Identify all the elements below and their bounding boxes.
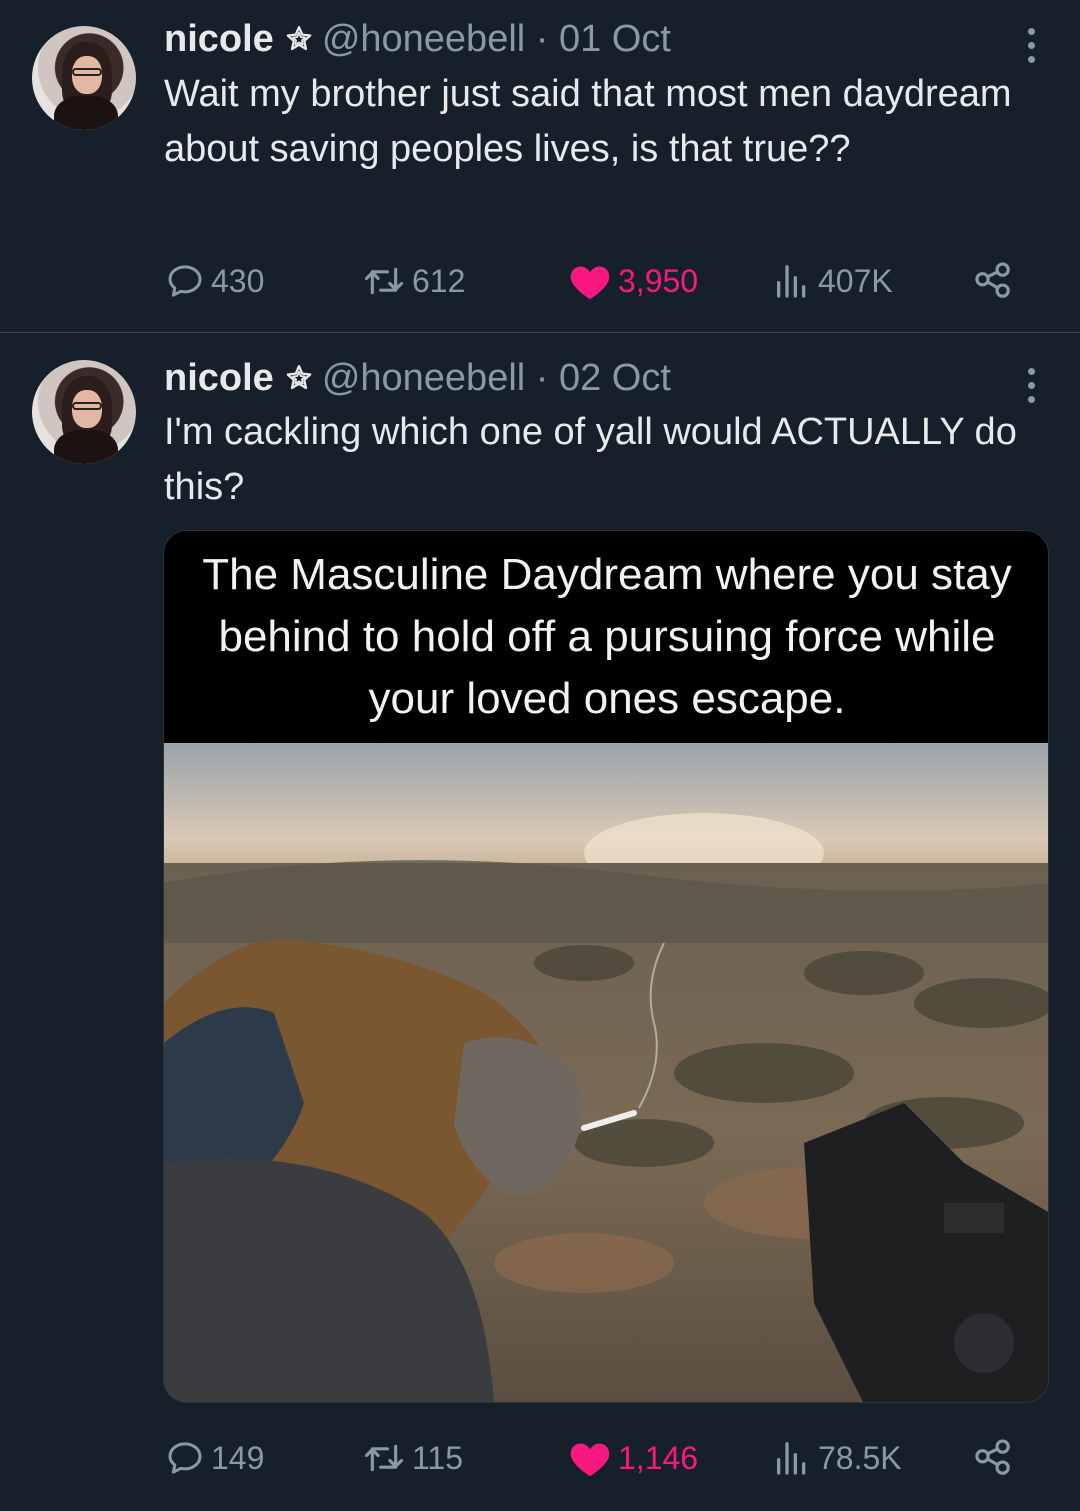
tweet-header: nicole @honeebell · 02 Oct: [164, 356, 671, 400]
avatar[interactable]: [32, 360, 136, 464]
display-name[interactable]: nicole: [164, 357, 274, 400]
reply-icon: [168, 265, 202, 297]
reply-button[interactable]: 149: [165, 1433, 264, 1483]
share-button[interactable]: [972, 1433, 1020, 1483]
like-button[interactable]: 1,146: [568, 1433, 698, 1483]
more-options-icon[interactable]: [1026, 368, 1036, 403]
display-name[interactable]: nicole: [164, 18, 274, 61]
like-button[interactable]: 3,950: [568, 256, 698, 306]
tweet-header: nicole @honeebell · 01 Oct: [164, 17, 671, 61]
retweet-icon: [364, 1444, 404, 1472]
heart-icon: [570, 1443, 610, 1477]
tweet-text: Wait my brother just said that most men …: [164, 73, 1012, 170]
tweet[interactable]: nicole @honeebell · 02 Oct I'm cackling …: [0, 333, 1080, 1511]
reply-button[interactable]: 430: [165, 256, 264, 306]
views-icon: [777, 1442, 806, 1475]
handle-and-date[interactable]: @honeebell · 02 Oct: [322, 357, 671, 400]
heart-icon: [570, 266, 610, 300]
avatar[interactable]: [32, 26, 136, 130]
reply-count: 430: [211, 262, 265, 299]
retweet-button[interactable]: 115: [362, 1433, 463, 1483]
tweet-text: I'm cackling which one of yall would ACT…: [164, 411, 1017, 508]
star-badge-icon: [286, 26, 312, 51]
star-badge-icon: [286, 365, 312, 390]
meme-photo: [164, 743, 1048, 1402]
handle-and-date[interactable]: @honeebell · 01 Oct: [322, 18, 671, 61]
views-button[interactable]: 78.5K: [772, 1433, 902, 1483]
retweet-button[interactable]: 612: [362, 256, 465, 306]
views-icon: [777, 265, 806, 298]
tweet-actions: 430 612 3,950 407K: [0, 256, 1080, 306]
reply-icon: [168, 1442, 202, 1474]
reply-count: 149: [211, 1439, 265, 1476]
views-count: 407K: [818, 262, 893, 299]
share-icon: [975, 1439, 1010, 1475]
views-button[interactable]: 407K: [772, 256, 893, 306]
meme-caption: The Masculine Daydream where you stay be…: [164, 531, 1048, 743]
retweet-icon: [364, 267, 404, 295]
more-options-icon[interactable]: [1026, 28, 1036, 63]
retweet-count: 612: [412, 262, 466, 299]
tweet-media[interactable]: The Masculine Daydream where you stay be…: [163, 530, 1049, 1403]
share-button[interactable]: [972, 256, 1020, 306]
share-icon: [975, 262, 1010, 298]
retweet-count: 115: [412, 1439, 464, 1476]
views-count: 78.5K: [818, 1439, 902, 1476]
like-count: 1,146: [618, 1439, 699, 1476]
like-count: 3,950: [618, 262, 699, 299]
tweet[interactable]: nicole @honeebell · 01 Oct Wait my broth…: [0, 0, 1080, 333]
tweet-actions: 149 115 1,146 78.5K: [0, 1433, 1080, 1483]
